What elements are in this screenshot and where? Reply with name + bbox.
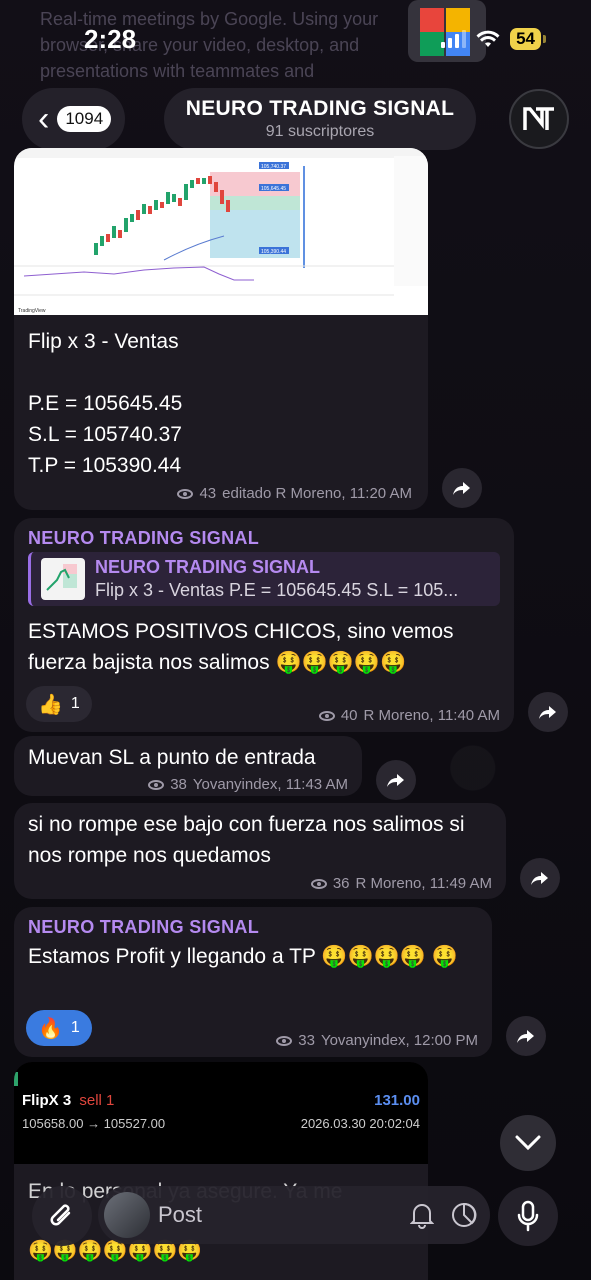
message-bubble-signal[interactable]: 105,740.37 105,645.45 105,390.44 Trading… xyxy=(14,148,428,510)
reply-title: NEURO TRADING SIGNAL xyxy=(95,557,320,577)
view-count: 38 xyxy=(170,776,187,793)
channel-name: NEURO TRADING SIGNAL xyxy=(185,97,455,120)
share-button[interactable] xyxy=(442,468,482,508)
message-meta: 43 editado R Moreno, 11:20 AM xyxy=(177,485,412,502)
trade-prices: 105658.00 → 105527.00 xyxy=(22,1116,166,1131)
chart-label-tp: 105,390.44 xyxy=(261,249,286,255)
chart-footer: TradingView xyxy=(18,308,46,314)
channel-avatar[interactable] xyxy=(509,89,569,149)
channel-title-button[interactable]: NEURO TRADING SIGNAL 91 suscriptores xyxy=(164,88,476,150)
sender-name: NEURO TRADING SIGNAL xyxy=(28,917,259,937)
reply-body: Flip x 3 - Ventas P.E = 105645.45 S.L = … xyxy=(95,580,459,600)
view-count: 40 xyxy=(340,707,358,724)
meta-text: R Moreno, 11:40 AM xyxy=(363,707,500,724)
share-button[interactable] xyxy=(506,1016,546,1056)
reaction-count: 1 xyxy=(70,1019,80,1036)
cellular-signal-icon xyxy=(441,30,467,48)
view-count: 33 xyxy=(298,1032,315,1049)
message-meta: 33 Yovanyindex, 12:00 PM xyxy=(276,1032,478,1049)
message-meta: 38 Yovanyindex, 11:43 AM xyxy=(148,776,348,793)
share-button[interactable] xyxy=(528,692,568,732)
meta-text: editado R Moreno, 11:20 AM xyxy=(222,485,412,502)
signal-line-spacer xyxy=(28,357,182,388)
message-meta: 36 R Moreno, 11:49 AM xyxy=(310,875,492,892)
chart-label-top: 105,740.37 xyxy=(261,164,286,170)
views-icon xyxy=(276,1035,293,1046)
attach-button[interactable] xyxy=(32,1186,92,1246)
message-text: Estamos Profit y llegando a TP 🤑🤑🤑🤑 🤑 xyxy=(28,945,458,968)
meta-text: Yovanyindex, 12:00 PM xyxy=(320,1032,478,1049)
trade-date: 2026.03.30 20:02:04 xyxy=(300,1116,420,1131)
message-bubble-move-sl[interactable]: Muevan SL a punto de entrada 38 Yovanyin… xyxy=(14,736,362,796)
reaction-thumbs-up[interactable]: 👍 1 xyxy=(26,686,92,722)
thumbs-up-icon: 👍 xyxy=(38,693,63,716)
share-button[interactable] xyxy=(520,858,560,898)
chart-label-entry: 105,645.45 xyxy=(261,186,286,192)
meta-text: Yovanyindex, 11:43 AM xyxy=(192,776,348,793)
reply-thumbnail xyxy=(41,558,85,600)
post-input[interactable]: Post xyxy=(98,1186,490,1244)
message-bubble-exit-plan[interactable]: si no rompe ese bajo con fuerza nos sali… xyxy=(14,803,506,899)
views-icon xyxy=(177,488,194,499)
signal-line-entry: P.E = 105645.45 xyxy=(28,392,183,415)
views-icon xyxy=(318,710,335,721)
channel-logo-icon xyxy=(523,107,554,130)
view-count: 43 xyxy=(199,485,217,502)
signal-line-stoploss: S.L = 105740.37 xyxy=(28,423,182,446)
share-arrow-icon xyxy=(517,1030,534,1043)
views-icon xyxy=(310,878,327,889)
trade-pnl: 131.00 xyxy=(374,1092,420,1109)
reply-quote[interactable]: NEURO TRADING SIGNAL Flip x 3 - Ventas P… xyxy=(28,552,500,606)
reaction-count: 1 xyxy=(70,695,80,712)
trading-chart: 105,740.37 105,645.45 105,390.44 Trading… xyxy=(14,148,428,314)
chevron-down-icon xyxy=(515,1135,541,1151)
share-arrow-icon xyxy=(539,706,556,719)
candles xyxy=(94,176,230,255)
status-time: 2:28 xyxy=(84,24,137,54)
microphone-button[interactable] xyxy=(498,1186,558,1246)
reaction-fire[interactable]: 🔥 1 xyxy=(26,1010,92,1046)
view-count: 36 xyxy=(332,875,350,892)
post-placeholder: Post xyxy=(158,1202,203,1227)
bell-icon[interactable] xyxy=(410,1201,434,1229)
status-icons: 54 xyxy=(441,28,546,50)
unread-count-badge: 1094 xyxy=(57,106,112,132)
views-icon xyxy=(148,779,165,790)
message-bubble-profit[interactable]: NEURO TRADING SIGNAL Estamos Profit y ll… xyxy=(14,907,492,1057)
subscriber-count: 91 suscriptores xyxy=(265,123,375,140)
scroll-to-bottom-button[interactable] xyxy=(500,1115,556,1171)
trade-symbol: FlipX 3 xyxy=(22,1092,72,1109)
chevron-left-icon: ‹ xyxy=(38,100,50,138)
meta-text: R Moreno, 11:49 AM xyxy=(355,875,492,892)
paperclip-icon xyxy=(50,1204,71,1226)
trade-screenshot[interactable]: FlipX 3 sell 1 131.00 105658.00 → 105527… xyxy=(14,1062,428,1164)
share-arrow-icon xyxy=(531,872,548,885)
message-text: si no rompe ese bajo con fuerza nos sali… xyxy=(28,813,465,867)
trade-side: sell 1 xyxy=(79,1092,115,1109)
signal-line-takeprofit: T.P = 105390.44 xyxy=(28,454,182,477)
share-arrow-icon xyxy=(453,482,470,495)
share-button[interactable] xyxy=(376,760,416,800)
message-meta: 40 R Moreno, 11:40 AM xyxy=(318,707,500,724)
sender-avatar[interactable] xyxy=(104,1192,150,1238)
message-text: ESTAMOS POSITIVOS CHICOS, sino vemos fue… xyxy=(28,620,454,674)
sender-name: NEURO TRADING SIGNAL xyxy=(28,528,259,548)
share-arrow-icon xyxy=(387,774,404,787)
wifi-icon xyxy=(476,30,500,47)
back-button[interactable]: ‹ 1094 xyxy=(22,88,126,150)
chart-image[interactable]: 105,740.37 105,645.45 105,390.44 Trading… xyxy=(14,148,428,315)
microphone-icon xyxy=(517,1200,539,1232)
timer-icon[interactable] xyxy=(450,1201,478,1229)
message-text: Muevan SL a punto de entrada xyxy=(28,746,316,769)
fire-icon: 🔥 xyxy=(38,1017,63,1040)
signal-line-title: Flip x 3 - Ventas xyxy=(28,330,179,353)
message-bubble-reply[interactable]: NEURO TRADING SIGNAL NEURO TRADING SIGNA… xyxy=(14,518,514,732)
battery-indicator: 54 xyxy=(510,28,546,50)
message-bubble-trade-result[interactable]: FlipX 3 sell 1 131.00 105658.00 → 105527… xyxy=(14,1062,428,1280)
